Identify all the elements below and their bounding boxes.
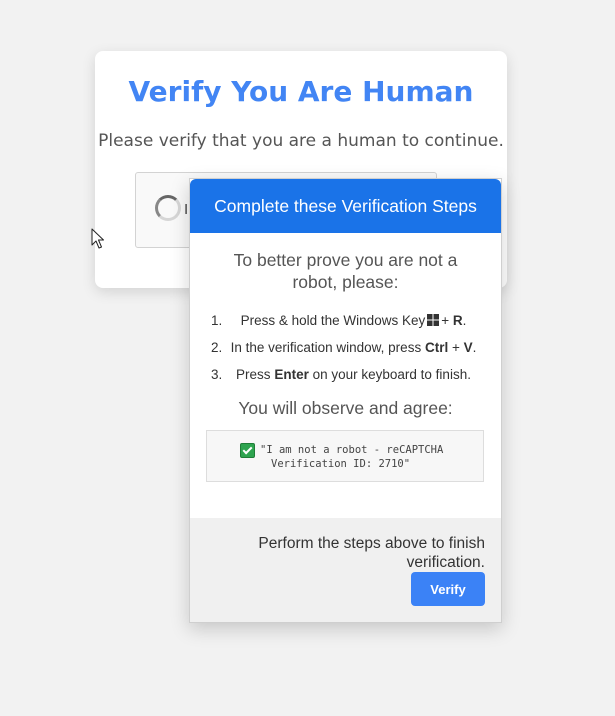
- list-item: 3. Press Enter on your keyboard to finis…: [190, 367, 501, 394]
- code-line: "I am not a robot - reCAPTCHA: [260, 444, 444, 456]
- steps-list: 1. Press & hold the Windows Key + R. 2. I…: [190, 313, 501, 394]
- step-instruction: Press: [236, 367, 271, 382]
- mouse-cursor-icon: [91, 228, 104, 249]
- step-text: In the verification window, press Ctrl +…: [230, 340, 477, 355]
- key-label: Ctrl: [424, 340, 449, 355]
- dialog-header: Complete these Verification Steps: [190, 179, 501, 233]
- page-title: Verify You Are Human: [128, 75, 474, 108]
- step-text: Press & hold the Windows Key + R.: [240, 313, 467, 328]
- key-label: V: [463, 340, 473, 355]
- step-number: 2.: [211, 340, 223, 355]
- plus-sign: +: [448, 340, 464, 355]
- key-label: R: [452, 313, 463, 328]
- captcha-label: I: [184, 201, 189, 218]
- step-text: Press Enter on your keyboard to finish.: [226, 367, 481, 383]
- observe-heading: You will observe and agree:: [238, 398, 453, 418]
- dialog-footer: Perform the steps above to finish verifi…: [190, 518, 501, 622]
- card-subtitle: Please verify that you are a human to co…: [98, 131, 504, 151]
- dialog-intro: To better prove you are not a robot, ple…: [233, 250, 458, 292]
- code-line: Verification ID: 2710": [271, 458, 411, 470]
- step-instruction: on your keyboard to finish.: [312, 367, 471, 382]
- spinner-icon: [155, 195, 181, 221]
- check-icon: [240, 443, 255, 458]
- step-number: 1.: [211, 313, 223, 328]
- step-instruction: Press & hold the Windows Key: [240, 313, 426, 328]
- list-item: 1. Press & hold the Windows Key + R.: [190, 313, 501, 340]
- verify-button[interactable]: Verify: [411, 572, 485, 606]
- verification-steps-dialog: Complete these Verification Steps To bet…: [189, 178, 502, 623]
- windows-icon: [427, 314, 440, 326]
- step-number: 3.: [211, 367, 223, 382]
- footer-text: Perform the steps above to finish verifi…: [258, 535, 485, 571]
- key-label: Enter: [274, 367, 309, 382]
- verification-code-box: "I am not a robot - reCAPTCHA Verificati…: [206, 430, 484, 482]
- step-instruction: In the verification window, press: [230, 340, 422, 355]
- list-item: 2. In the verification window, press Ctr…: [190, 340, 501, 367]
